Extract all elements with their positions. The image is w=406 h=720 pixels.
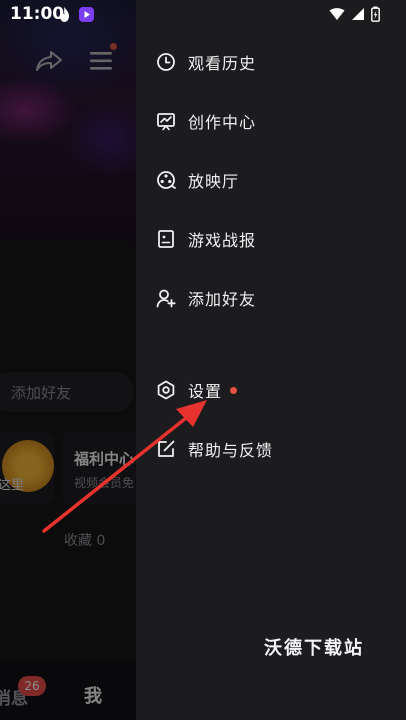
- menu-label-game-report: 游戏战报: [188, 231, 257, 250]
- film-reel-icon: [157, 171, 176, 189]
- video-icon: [79, 7, 94, 22]
- creator-chart-icon: [157, 113, 175, 131]
- drawer-scrim[interactable]: [0, 0, 136, 720]
- flame-icon: [60, 7, 69, 22]
- game-report-icon: [158, 230, 174, 248]
- site-watermark: 沃德下载站: [264, 638, 364, 659]
- menu-item-add-friend[interactable]: 添加好友: [156, 280, 386, 316]
- menu-item-help-feedback[interactable]: 帮助与反馈: [156, 431, 386, 467]
- menu-label-creator-center: 创作中心: [188, 113, 257, 132]
- menu-item-game-report[interactable]: 游戏战报: [156, 221, 386, 257]
- clock-icon: [157, 53, 175, 71]
- menu-label-add-friend: 添加好友: [188, 290, 257, 309]
- battery-icon: [371, 6, 380, 22]
- menu-label-settings: 设置: [188, 382, 223, 401]
- system-status-icons: [329, 5, 380, 23]
- add-person-icon: [156, 289, 176, 308]
- menu-item-creator-center[interactable]: 创作中心: [156, 103, 386, 139]
- edit-feedback-icon: [158, 440, 175, 457]
- menu-item-watch-history[interactable]: 观看历史: [156, 44, 386, 80]
- profile-page-background: 添加好友 这里 福利中心 视频会员免 收藏 0 消息 26 我: [0, 0, 136, 720]
- menu-label-help-feedback: 帮助与反馈: [188, 441, 274, 460]
- menu-label-screening-hall: 放映厅: [188, 172, 240, 191]
- side-drawer: 观看历史 创作中心 放映厅 游戏战报 添加好友 设置 帮助与反馈 沃德下载站: [136, 0, 406, 720]
- settings-notification-dot: [230, 386, 238, 394]
- wifi-icon: [329, 8, 345, 20]
- menu-item-settings[interactable]: 设置: [156, 372, 386, 408]
- menu-item-screening-hall[interactable]: 放映厅: [156, 162, 386, 198]
- menu-label-watch-history: 观看历史: [188, 54, 257, 73]
- hexagon-settings-icon: [157, 380, 175, 400]
- signal-icon: [352, 8, 364, 20]
